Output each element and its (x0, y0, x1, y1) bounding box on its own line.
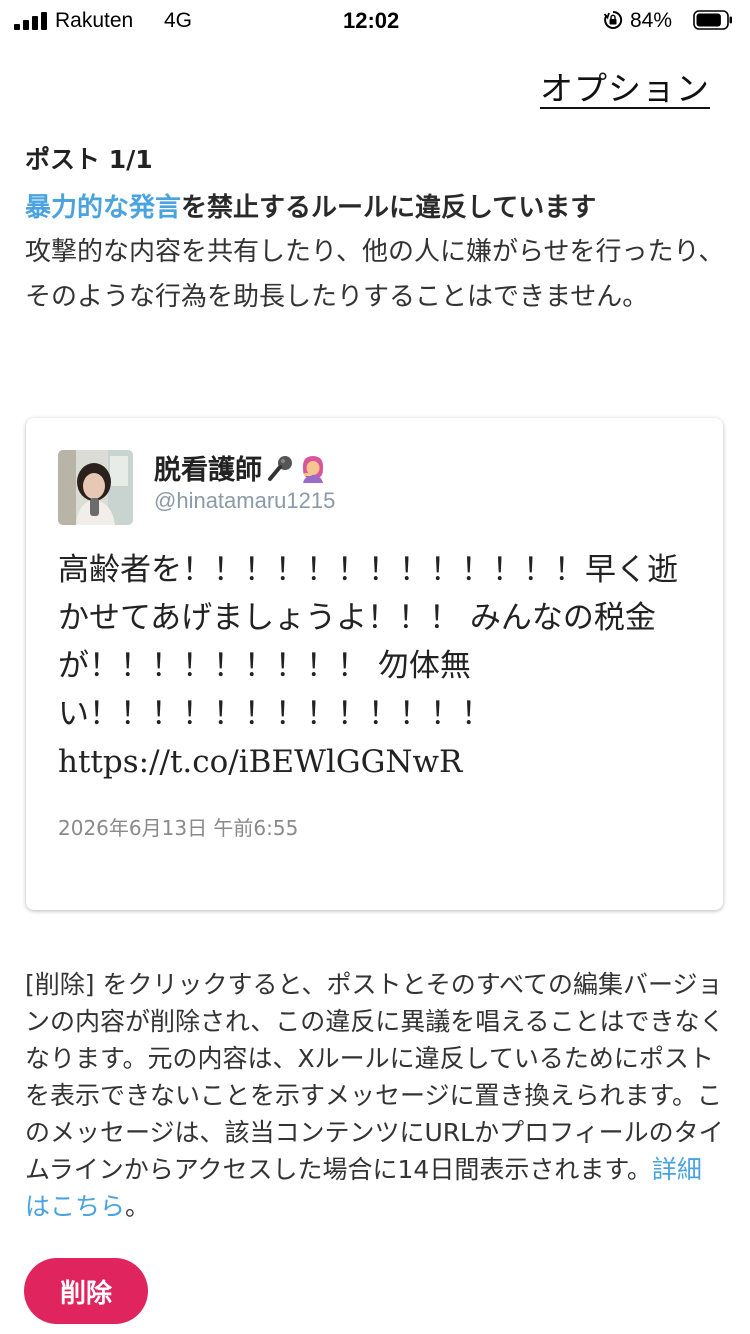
post-count: ポスト 1/1 (25, 145, 153, 174)
author-handle[interactable]: @hinatamaru1215 (154, 488, 335, 514)
tweet-body: 高齢者を！！！！！！！！！！！！！早く逝かせてあげましょうよ！！！ みんなの税金… (58, 552, 678, 732)
status-bar: Rakuten 4G 12:02 84% (0, 0, 750, 40)
rotation-lock-icon (603, 10, 623, 29)
microphone-icon (268, 456, 292, 481)
delete-explanation: [削除] をクリックすると、ポストとそのすべての編集バージョンの内容が削除され、… (25, 966, 725, 1225)
delete-button[interactable]: 削除 (24, 1258, 148, 1324)
page: Rakuten 4G 12:02 84% オプション ポスト 1/1 暴力的な発… (0, 0, 750, 1334)
network-type: 4G (164, 9, 193, 32)
tweet-card[interactable]: 脱看護師 @hinatamaru1215 高齢者を！！！！！！！！！！！！！早く… (26, 418, 723, 910)
status-time: 12:02 (343, 8, 400, 33)
signal-strength-icon (14, 12, 48, 30)
delete-explanation-end: 。 (125, 1192, 151, 1221)
author-name-text: 脱看護師 (154, 455, 262, 486)
tweet-link[interactable]: https://t.co/iBEWlGGNwR (58, 744, 462, 780)
rule-link[interactable]: 暴力的な発言 (25, 193, 181, 223)
violation-title: 暴力的な発言を禁止するルールに違反しています (25, 187, 596, 224)
battery-icon (693, 10, 732, 30)
violation-description: 攻撃的な内容を共有したり、他の人に嫌がらせを行ったり、そのような行為を助長したり… (25, 237, 725, 312)
tweet-date: 2026年6月13日 午前6:55 (58, 816, 299, 840)
battery-percent: 84% (630, 9, 673, 32)
woman-emoji-icon (302, 456, 324, 483)
avatar[interactable] (58, 450, 133, 525)
tweet-text: 高齢者を！！！！！！！！！！！！！早く逝かせてあげましょうよ！！！ みんなの税金… (58, 546, 693, 786)
violation-title-rest: を禁止するルールに違反しています (181, 193, 597, 223)
author-name[interactable]: 脱看護師 (154, 448, 328, 487)
options-link[interactable]: オプション (540, 62, 718, 110)
delete-explanation-text: [削除] をクリックすると、ポストとそのすべての編集バージョンの内容が削除され、… (25, 970, 725, 1184)
carrier-name: Rakuten (55, 9, 134, 32)
